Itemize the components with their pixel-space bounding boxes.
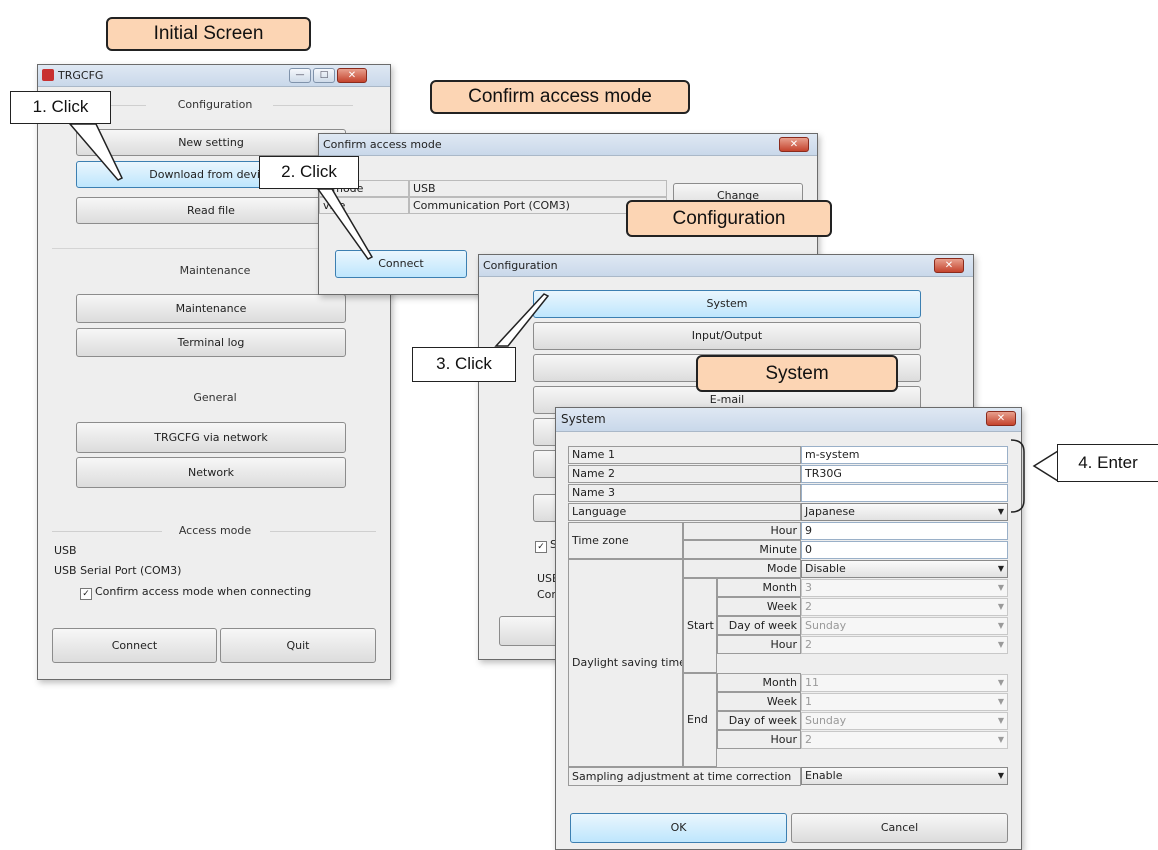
- step2-label: 2. Click: [259, 156, 359, 189]
- step4-label: 4. Enter: [1057, 444, 1158, 482]
- step3-pointer: [494, 293, 550, 347]
- step1-label: 1. Click: [10, 91, 111, 124]
- step1-pointer: [68, 123, 123, 181]
- step4-bracket: [1010, 439, 1025, 513]
- step3-label: 3. Click: [412, 347, 516, 382]
- step2-pointer: [316, 188, 374, 260]
- step-pointer-lines: [68, 123, 1059, 513]
- step4-pointer: [1032, 449, 1059, 483]
